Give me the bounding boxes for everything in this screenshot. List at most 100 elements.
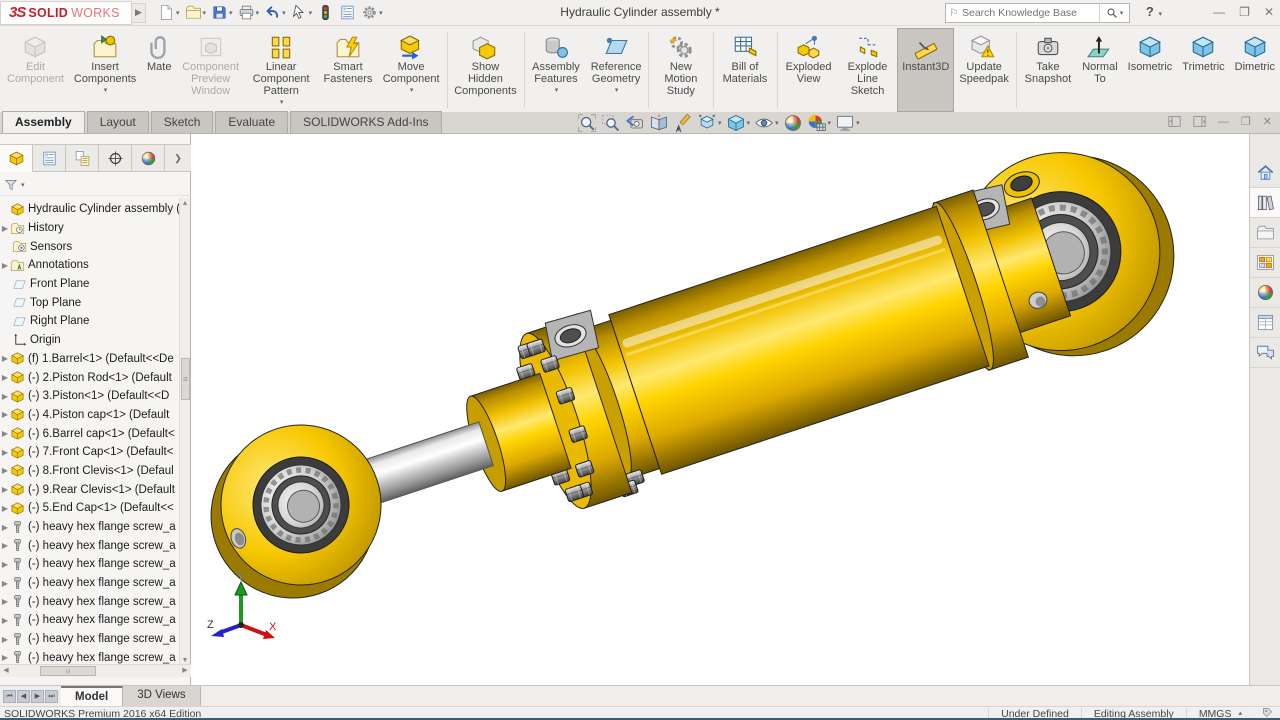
tree-item-fastener[interactable]: ▶(-) heavy hex flange screw_a [0, 518, 180, 537]
expand-arrow-icon[interactable]: ▶ [0, 466, 10, 475]
menu-flyout-arrow-icon[interactable]: ▶ [132, 3, 146, 23]
scroll-left-icon[interactable]: ◀ [0, 665, 12, 677]
collapse-pane-left-icon[interactable] [1168, 115, 1181, 128]
vertical-scroll-thumb[interactable] [181, 358, 190, 400]
window-close-icon[interactable]: ✕ [1264, 4, 1274, 20]
edit-component-button[interactable]: Edit Component [2, 28, 69, 112]
select-button[interactable]: ▾ [289, 3, 315, 22]
expand-arrow-icon[interactable]: ▶ [0, 579, 10, 588]
assembly-features-button[interactable]: Assembly Features▾ [526, 28, 585, 112]
bill-of-materials-button[interactable]: Bill of Materials [715, 28, 774, 112]
show-hidden-components-button[interactable]: Show Hidden Components [449, 28, 521, 112]
custom-properties-button[interactable] [1250, 308, 1280, 338]
tree-vertical-scrollbar[interactable]: ▲ ▼ [179, 198, 190, 666]
instant3d-button[interactable]: Instant3D [897, 28, 954, 112]
tree-item-right-plane[interactable]: Right Plane [0, 312, 180, 331]
dropdown-caret-icon[interactable]: ▾ [410, 86, 414, 94]
normal-to-button[interactable]: Normal To [1077, 28, 1122, 112]
tree-item-origin[interactable]: Origin [0, 331, 180, 350]
tab-propertymanager[interactable] [33, 145, 66, 172]
tab-configurationmanager[interactable] [66, 145, 99, 172]
tree-item-component[interactable]: ▶(-) 4.Piston cap<1> (Default [0, 406, 180, 425]
update-speedpak-button[interactable]: Update Speedpak [954, 28, 1014, 112]
zoom-area-button[interactable] [600, 113, 622, 133]
window-minimize-icon[interactable]: — [1213, 4, 1225, 20]
design-library-button[interactable] [1250, 188, 1280, 218]
expand-arrow-icon[interactable]: ▶ [0, 523, 10, 532]
tree-item-fastener[interactable]: ▶(-) heavy hex flange screw_a [0, 630, 180, 649]
tree-item-top-plane[interactable]: Top Plane [0, 293, 180, 312]
exploded-view-button[interactable]: Exploded View [779, 28, 837, 112]
tree-item-front-plane[interactable]: Front Plane [0, 275, 180, 294]
dropdown-caret-icon[interactable]: ▾ [555, 86, 559, 94]
tab-sketch[interactable]: Sketch [151, 111, 214, 133]
move-component-button[interactable]: Move Component▾ [378, 28, 445, 112]
expand-arrow-icon[interactable]: ▶ [0, 410, 10, 419]
new-document-button[interactable]: ▾ [156, 3, 182, 22]
scroll-up-icon[interactable]: ▲ [180, 198, 190, 209]
tree-item-component[interactable]: ▶(-) 5.End Cap<1> (Default<< [0, 499, 180, 518]
tree-item-fastener[interactable]: ▶(-) heavy hex flange screw_a [0, 611, 180, 630]
expand-arrow-icon[interactable]: ▶ [0, 504, 10, 513]
tab-layout[interactable]: Layout [87, 111, 149, 133]
status-tag-icon[interactable] [1254, 707, 1280, 720]
tree-item-fastener[interactable]: ▶(-) heavy hex flange screw_a [0, 555, 180, 574]
hydraulic-cylinder-model[interactable] [191, 134, 1249, 685]
tab-evaluate[interactable]: Evaluate [215, 111, 288, 133]
tab-assembly[interactable]: Assembly [2, 111, 85, 133]
take-snapshot-button[interactable]: Take Snapshot [1019, 28, 1078, 112]
options-list-button[interactable] [337, 3, 358, 22]
tab-featuremanager-tree[interactable] [0, 145, 33, 172]
mate-button[interactable]: Mate [141, 28, 177, 112]
print-button[interactable]: ▾ [236, 3, 262, 22]
expand-arrow-icon[interactable]: ▶ [0, 354, 10, 363]
dropdown-caret-icon[interactable]: ▾ [615, 86, 619, 94]
expand-arrow-icon[interactable]: ▶ [0, 261, 10, 270]
doc-restore-icon[interactable]: ❐ [1241, 115, 1251, 128]
doc-minimize-icon[interactable]: — [1218, 116, 1229, 128]
tree-item-component[interactable]: ▶(-) 9.Rear Clevis<1> (Default [0, 480, 180, 499]
tree-horizontal-scrollbar[interactable]: ◀ ▶ [0, 664, 191, 677]
tree-item-fastener[interactable]: ▶(-) heavy hex flange screw_a [0, 592, 180, 611]
first-tab-icon[interactable]: ⏮ [3, 690, 16, 703]
expand-arrow-icon[interactable]: ▶ [0, 429, 10, 438]
doc-close-icon[interactable]: ✕ [1263, 115, 1272, 128]
edit-appearance-button[interactable] [782, 113, 804, 133]
tree-item-component[interactable]: ▶(f) 1.Barrel<1> (Default<<De [0, 350, 180, 369]
scroll-right-icon[interactable]: ▶ [179, 665, 191, 677]
expand-arrow-icon[interactable]: ▶ [0, 392, 10, 401]
component-preview-window-button[interactable]: Component Preview Window [177, 28, 244, 112]
hide-show-items-button[interactable]: ▾ [753, 113, 780, 133]
view-orientation-button[interactable]: ▾ [696, 113, 723, 133]
tab-solidworks-add-ins[interactable]: SOLIDWORKS Add-Ins [290, 111, 441, 133]
search-scope-icon[interactable]: ⚐ [946, 8, 962, 19]
linear-component-pattern-button[interactable]: Linear Component Pattern▾ [244, 28, 318, 112]
previous-view-button[interactable] [624, 113, 646, 133]
isometric-button[interactable]: Isometric [1123, 28, 1178, 112]
tab-model[interactable]: Model [61, 686, 123, 706]
expand-arrow-icon[interactable]: ▶ [0, 224, 10, 233]
tree-item-component[interactable]: ▶(-) 3.Piston<1> (Default<<D [0, 387, 180, 406]
next-tab-icon[interactable]: ▶ [31, 690, 44, 703]
tab-dimxpertmanager[interactable] [99, 145, 132, 172]
expand-arrow-icon[interactable]: ▶ [0, 448, 10, 457]
explode-line-sketch-button[interactable]: Explode Line Sketch [838, 28, 897, 112]
search-input[interactable] [962, 7, 1099, 19]
tree-item-sensors[interactable]: Sensors [0, 237, 180, 256]
annotation-view-button[interactable] [672, 113, 694, 133]
expand-arrow-icon[interactable]: ▶ [0, 373, 10, 382]
tree-item-fastener[interactable]: ▶(-) heavy hex flange screw_a [0, 536, 180, 555]
open-button[interactable]: ▾ [183, 3, 209, 22]
section-view-button[interactable] [648, 113, 670, 133]
knowledge-base-search[interactable]: ⚐ ▾ [945, 3, 1130, 23]
tree-item-component[interactable]: ▶(-) 6.Barrel cap<1> (Default< [0, 424, 180, 443]
filter-funnel-icon[interactable] [4, 178, 18, 192]
window-restore-icon[interactable]: ❐ [1239, 4, 1250, 20]
panel-tab-overflow-icon[interactable]: ❯ [165, 145, 191, 171]
horizontal-scroll-thumb[interactable] [40, 666, 96, 676]
tree-item-component[interactable]: ▶(-) 2.Piston Rod<1> (Default [0, 368, 180, 387]
smart-fasteners-button[interactable]: Smart Fasteners [318, 28, 377, 112]
dropdown-caret-icon[interactable]: ▾ [280, 98, 284, 106]
trimetric-button[interactable]: Trimetric [1177, 28, 1229, 112]
search-submit-button[interactable]: ▾ [1099, 4, 1129, 22]
